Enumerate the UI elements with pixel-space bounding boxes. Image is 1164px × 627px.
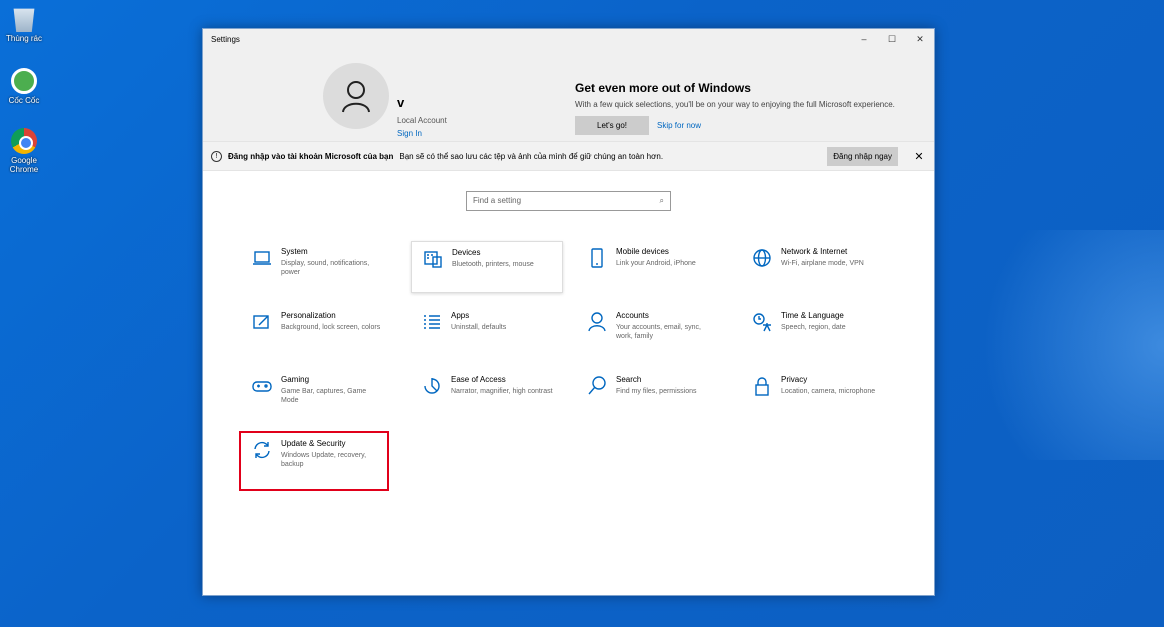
minimize-button[interactable]: – [850,29,878,49]
category-desc: Background, lock screen, colors [281,324,381,331]
account-header: v Local Account Sign In Get even more ou… [203,49,934,141]
category-apps[interactable]: Apps Uninstall, defaults [411,305,563,357]
desktop-icon-chrome[interactable]: Google Chrome [4,128,44,174]
category-privacy[interactable]: Privacy Location, camera, microphone [741,369,893,421]
notice-bold-text: Đăng nhập vào tài khoản Microsoft của bạ… [228,151,394,161]
laptop-icon [251,247,273,269]
keyboard-icon [422,248,444,270]
coccoc-icon [11,68,37,94]
category-desc: Location, camera, microphone [781,388,876,395]
category-name: System [281,247,308,256]
chrome-icon [11,128,37,154]
desktop-icon-coccoc[interactable]: Cốc Cốc [4,68,44,105]
user-name: v [397,95,405,110]
category-name: Update & Security [281,439,346,448]
category-desc: Find my files, permissions [616,388,697,395]
category-desc: Narrator, magnifier, high contrast [451,388,553,395]
info-icon: ! [211,150,222,162]
category-desc: Your accounts, email, sync, work, family [616,324,701,340]
category-name: Gaming [281,375,310,384]
avatar[interactable] [323,63,389,129]
category-desc: Game Bar, captures, Game Mode [281,388,367,404]
ease-icon [421,375,443,397]
desktop-glow [934,230,1164,460]
category-mobile-devices[interactable]: Mobile devices Link your Android, iPhone [576,241,728,293]
brush-icon [251,311,273,333]
phone-icon [586,247,608,269]
recycle-bin-icon [13,8,35,32]
category-network-internet[interactable]: Network & Internet Wi-Fi, airplane mode, … [741,241,893,293]
sync-icon [251,439,273,461]
category-name: Devices [452,248,481,257]
search-input[interactable]: Find a setting ⌕ [466,191,671,211]
category-search[interactable]: Search Find my files, permissions [576,369,728,421]
skip-for-now-link[interactable]: Skip for now [657,121,701,130]
category-accounts[interactable]: Accounts Your accounts, email, sync, work… [576,305,728,357]
category-name: Search [616,375,642,384]
settings-window: Settings – ☐ ✕ v Local Account Sign In G… [202,28,935,596]
close-button[interactable]: ✕ [906,29,934,49]
notice-close-button[interactable]: ✕ [904,150,934,163]
desktop-icon-label: Google Chrome [9,156,39,174]
lock-icon [751,375,773,397]
category-name: Privacy [781,375,808,384]
lets-go-button[interactable]: Let's go! [575,116,649,135]
person-icon [586,311,608,333]
category-desc: Speech, region, date [781,324,846,331]
category-name: Ease of Access [451,375,506,384]
globe-icon [751,247,773,269]
search-icon: ⌕ [659,196,664,205]
account-type: Local Account [397,116,447,125]
promo-title: Get even more out of Windows [575,81,751,95]
search-icon [586,375,608,397]
time-language-icon [751,311,773,333]
category-personalization[interactable]: Personalization Background, lock screen, … [241,305,393,357]
list-icon [421,311,443,333]
category-name: Time & Language [781,311,844,320]
category-system[interactable]: System Display, sound, notifications, pow… [241,241,393,293]
signin-notice-bar: ! Đăng nhập vào tài khoản Microsoft của … [203,141,934,171]
maximize-button[interactable]: ☐ [878,29,906,49]
category-desc: Wi-Fi, airplane mode, VPN [781,260,864,267]
category-time-language[interactable]: Time & Language Speech, region, date [741,305,893,357]
category-desc: Bluetooth, printers, mouse [452,261,534,268]
promo-panel: Get even more out of Windows With a few … [575,81,895,135]
promo-text: With a few quick selections, you'll be o… [575,100,895,109]
category-desc: Uninstall, defaults [451,324,507,331]
category-desc: Link your Android, iPhone [616,260,696,267]
category-devices[interactable]: Devices Bluetooth, printers, mouse [411,241,563,293]
notice-text: Bạn sẽ có thể sao lưu các tệp và ảnh của… [399,151,664,161]
sign-in-link[interactable]: Sign In [397,129,422,138]
sign-in-now-button[interactable]: Đăng nhập ngay [827,146,898,166]
category-desc: Windows Update, recovery, backup [281,452,367,468]
category-gaming[interactable]: Gaming Game Bar, captures, Game Mode [241,369,393,421]
search-placeholder: Find a setting [473,196,522,205]
window-title: Settings [211,34,240,44]
gamepad-icon [251,375,273,397]
category-name: Network & Internet [781,247,848,256]
category-name: Apps [451,311,470,320]
category-name: Mobile devices [616,247,669,256]
desktop-icon-recycle-bin[interactable]: Thùng rác [4,6,44,43]
category-name: Personalization [281,311,336,320]
user-icon [342,81,370,113]
desktop-icon-label: Thùng rác [5,34,43,43]
category-update-security[interactable]: Update & Security Windows Update, recover… [239,431,389,491]
title-bar[interactable]: Settings – ☐ ✕ [203,29,934,49]
category-desc: Display, sound, notifications, power [281,260,370,276]
category-ease-of-access[interactable]: Ease of Access Narrator, magnifier, high … [411,369,563,421]
desktop-icon-label: Cốc Cốc [8,96,40,105]
category-name: Accounts [616,311,649,320]
